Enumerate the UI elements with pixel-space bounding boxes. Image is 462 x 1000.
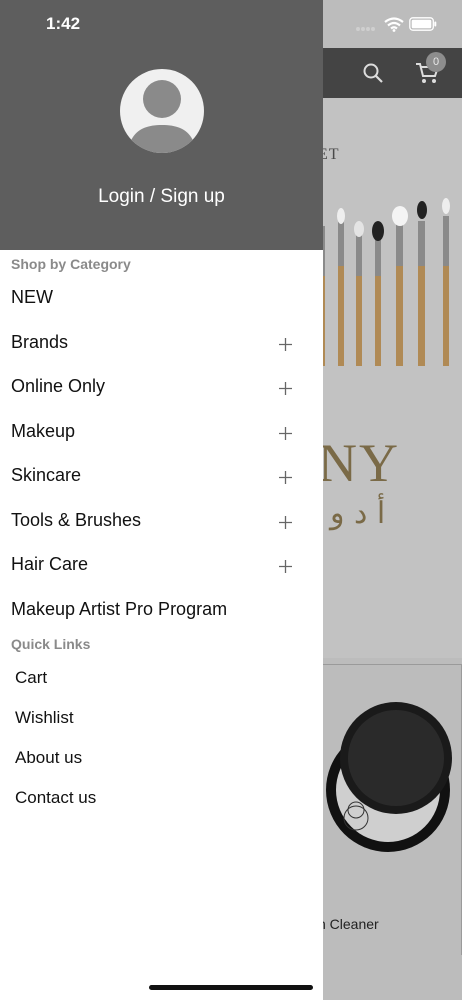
category-label: Hair Care xyxy=(11,554,89,574)
quick-link-cart[interactable]: Cart xyxy=(0,660,323,696)
quick-link-contact-us[interactable]: Contact us xyxy=(0,780,323,816)
product-image xyxy=(326,702,452,852)
category-label: Online Only xyxy=(11,376,106,396)
wifi-icon xyxy=(384,17,404,32)
brand-wordmark-arabic: أ د و xyxy=(330,496,386,531)
category-item-online-only[interactable]: Online Only xyxy=(0,368,323,408)
search-icon[interactable] xyxy=(362,62,384,84)
category-item-brands[interactable]: Brands xyxy=(0,324,323,364)
battery-icon xyxy=(409,17,437,31)
cellular-signal-icon xyxy=(356,27,375,31)
home-indicator xyxy=(149,985,313,990)
category-item-makeup-artist-pro[interactable]: Makeup Artist Pro Program xyxy=(0,591,323,631)
quick-link-label: Cart xyxy=(15,668,48,687)
drawer-header: Login / Sign up xyxy=(0,0,323,250)
quick-link-label: About us xyxy=(15,748,83,767)
quick-links-heading: Quick Links xyxy=(11,636,91,652)
category-label: Skincare xyxy=(11,465,82,485)
quick-link-about-us[interactable]: About us xyxy=(0,740,323,776)
category-label: Makeup Artist Pro Program xyxy=(11,599,228,619)
cart-count-badge: 0 xyxy=(426,52,446,72)
category-label: Tools & Brushes xyxy=(11,510,142,530)
category-item-tools-brushes[interactable]: Tools & Brushes xyxy=(0,502,323,542)
category-item-new[interactable]: NEW xyxy=(0,279,323,319)
navigation-drawer: Login / Sign up Shop by Category NEW Bra… xyxy=(0,0,323,1000)
category-label: Brands xyxy=(11,332,69,352)
brand-wordmark: NY xyxy=(318,433,400,493)
product-name: h Cleaner xyxy=(318,916,379,932)
quick-link-label: Wishlist xyxy=(15,708,74,727)
status-time: 1:42 xyxy=(46,14,81,33)
brushes-image xyxy=(320,198,450,366)
category-label: Makeup xyxy=(11,421,76,441)
plus-icon[interactable] xyxy=(278,559,293,574)
shop-by-category-heading: Shop by Category xyxy=(11,256,131,272)
quick-link-wishlist[interactable]: Wishlist xyxy=(0,700,323,736)
plus-icon[interactable] xyxy=(278,337,293,352)
quick-link-label: Contact us xyxy=(15,788,97,807)
category-item-hair-care[interactable]: Hair Care xyxy=(0,546,323,586)
category-label: NEW xyxy=(11,287,53,307)
plus-icon[interactable] xyxy=(278,381,293,396)
category-item-makeup[interactable]: Makeup xyxy=(0,413,323,453)
plus-icon[interactable] xyxy=(278,470,293,485)
category-item-skincare[interactable]: Skincare xyxy=(0,457,323,497)
login-signup-link[interactable]: Login / Sign up xyxy=(0,186,323,208)
plus-icon[interactable] xyxy=(278,515,293,530)
plus-icon[interactable] xyxy=(278,426,293,441)
user-avatar-icon[interactable] xyxy=(120,69,204,153)
